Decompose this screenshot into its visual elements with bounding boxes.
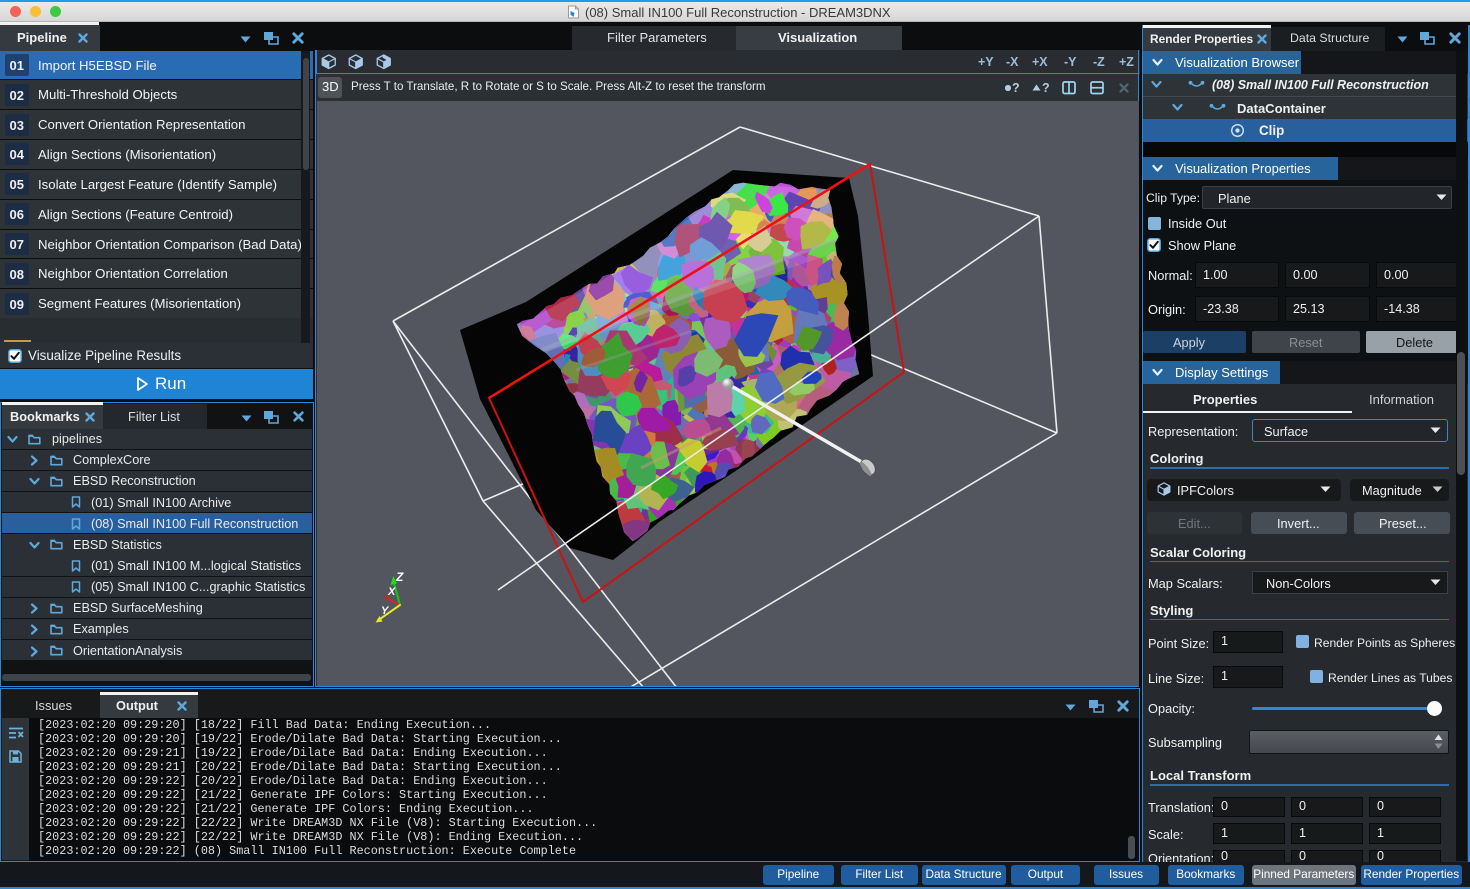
svg-text:Z: Z xyxy=(395,570,404,584)
svg-text:X: X xyxy=(387,586,396,598)
